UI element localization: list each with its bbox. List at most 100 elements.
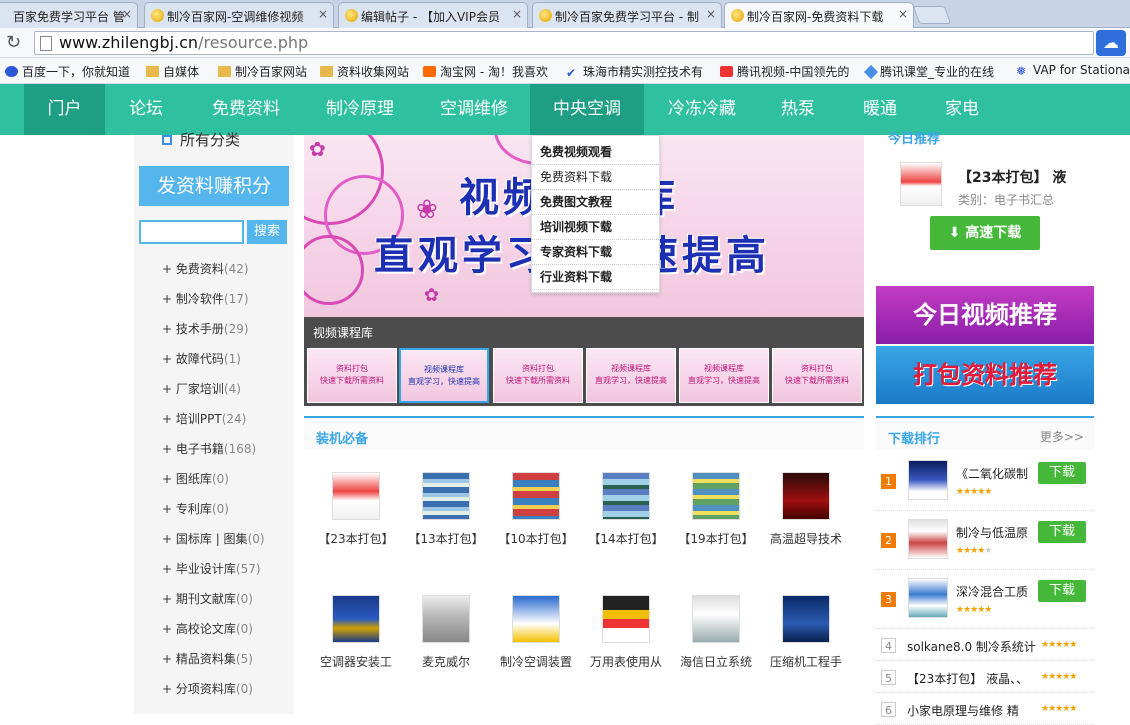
bookmark-item[interactable]: 自媒体 [146, 63, 199, 80]
category-item[interactable]: + 期刊文献库(0) [162, 587, 292, 617]
nav-item-home[interactable]: 门户 [24, 84, 105, 135]
resource-item[interactable]: 【10本打包】 [492, 472, 580, 547]
resource-item[interactable]: 海信日立系统 [672, 595, 760, 670]
browser-tab[interactable]: 制冷百家免费学习平台 - 制 × [532, 2, 722, 28]
bookmark-item[interactable]: 腾讯课堂_专业的在线 [863, 63, 994, 80]
dropdown-item[interactable]: 专家资料下载 [532, 240, 659, 265]
dropdown-item[interactable]: 免费视频观看 [532, 140, 659, 165]
resource-item[interactable]: 【23本打包】 [312, 472, 400, 547]
video-thumbnail[interactable]: 资料打包 快速下载所需资料 [772, 348, 862, 403]
resource-item[interactable]: 【13本打包】 [402, 472, 490, 547]
post-resource-button[interactable]: 发资料赚积分 [139, 166, 289, 206]
fast-download-button[interactable]: ⬇ 高速下载 [930, 216, 1040, 250]
category-item[interactable]: + 毕业设计库(57) [162, 557, 292, 587]
pack-recommend-banner[interactable]: 打包资料推荐 [876, 346, 1094, 404]
search-input[interactable] [139, 220, 244, 244]
download-button[interactable]: 下载 [1038, 462, 1086, 484]
nav-item-appliances[interactable]: 家电 [934, 84, 990, 135]
video-recommend-banner[interactable]: 今日视频推荐 [876, 286, 1094, 344]
category-item[interactable]: + 精品资料集(5) [162, 647, 292, 677]
category-item[interactable]: + 电子书籍(168) [162, 437, 292, 467]
nav-item-refrigeration-principles[interactable]: 制冷原理 [310, 84, 410, 135]
category-item[interactable]: + 图纸库(0) [162, 467, 292, 497]
bookmark-item[interactable]: 腾讯视频-中国领先的 [720, 63, 849, 80]
dropdown-item[interactable]: 免费图文教程 [532, 190, 659, 215]
close-icon[interactable]: × [122, 7, 132, 21]
nav-item-forum[interactable]: 论坛 [116, 84, 176, 135]
ranking-more-link[interactable]: 更多>> [1040, 428, 1084, 445]
video-thumbnail[interactable]: 视频课程库 直观学习，快速提高 [679, 348, 769, 403]
browser-tab[interactable]: 编辑帖子 - 【加入VIP会员 × [338, 2, 528, 28]
nav-item-freezing[interactable]: 冷冻冷藏 [652, 84, 752, 135]
tab-title: 制冷百家网-免费资料下载 [747, 10, 884, 24]
ranking-row[interactable]: 6 小家电原理与维修 精 ★★★★★ [876, 693, 1094, 725]
browser-tab-active[interactable]: 制冷百家网-免费资料下载 × [724, 2, 914, 29]
rating-stars: ★★★★★ [1041, 672, 1077, 682]
close-icon[interactable]: × [318, 7, 328, 21]
browser-tab[interactable]: 制冷百家网-空调维修视频 × [144, 2, 334, 28]
today-recommend-name[interactable]: 【23本打包】 液 [958, 167, 1066, 187]
nav-item-free-resources[interactable]: 免费资料 [196, 84, 296, 135]
ranking-name: 深冷混合工质 [956, 585, 1029, 599]
resource-item[interactable]: 空调器安装工 [312, 595, 400, 670]
cloud-extension-icon[interactable]: ☁ [1096, 30, 1126, 56]
ranking-row[interactable]: 2 制冷与低温原 ★★★★★ 下载 [876, 511, 1094, 570]
video-thumbnail-selected[interactable]: 视频课程库 直观学习，快速提高 [399, 348, 489, 403]
all-categories[interactable]: 所有分类 [162, 129, 240, 150]
resource-item[interactable]: 压缩机工程手 [762, 595, 850, 670]
resource-item[interactable]: 【14本打包】 [582, 472, 670, 547]
dropdown-item[interactable]: 免费资料下载 [532, 165, 659, 190]
nav-item-heat-pump[interactable]: 热泵 [770, 84, 826, 135]
resource-item[interactable]: 制冷空调装置 [492, 595, 580, 670]
category-count: (168) [223, 442, 257, 456]
bookmark-item[interactable]: 制冷百家网站 [218, 63, 307, 80]
bookmark-item[interactable]: ✔ 珠海市精实测控技术有 [566, 63, 703, 80]
bookmark-item[interactable]: 资料收集网站 [320, 63, 409, 80]
new-tab-button[interactable] [912, 6, 952, 24]
bookmark-item[interactable]: 淘宝网 - 淘！我喜欢 [423, 63, 548, 80]
category-item[interactable]: + 厂家培训(4) [162, 377, 292, 407]
category-item[interactable]: + 免费资料(42) [162, 257, 292, 287]
category-item[interactable]: + 高校论文库(0) [162, 617, 292, 647]
category-count: (5) [235, 652, 253, 666]
category-item[interactable]: + 故障代码(1) [162, 347, 292, 377]
category-name: 图纸库 [175, 472, 212, 486]
category-item[interactable]: + 培训PPT(24) [162, 407, 292, 437]
category-item[interactable]: + 国标库 | 图集(0) [162, 527, 292, 557]
bookmark-item[interactable]: 百度一下，你就知道 [5, 63, 130, 80]
nav-item-central-ac[interactable]: 中央空调 [530, 84, 644, 135]
ranking-row[interactable]: 3 深冷混合工质 ★★★★★ 下载 [876, 570, 1094, 629]
ranking-row[interactable]: 1 《二氧化碳制 ★★★★★ 下载 [876, 452, 1094, 511]
browser-tab[interactable]: 百家免费学习平台 管 × [0, 2, 138, 28]
ranking-row[interactable]: 5 【23本打包】 液晶、、 ★★★★★ [876, 661, 1094, 693]
search-button[interactable]: 搜索 [247, 220, 287, 244]
download-button[interactable]: 下载 [1038, 580, 1086, 602]
category-item[interactable]: + 制冷软件(17) [162, 287, 292, 317]
resource-item[interactable]: 【19本打包】 [672, 472, 760, 547]
nav-item-ac-repair[interactable]: 空调维修 [424, 84, 524, 135]
download-button[interactable]: 下载 [1038, 521, 1086, 543]
resource-item[interactable]: 麦克威尔 [402, 595, 490, 670]
category-item[interactable]: + 技术手册(29) [162, 317, 292, 347]
bookmark-item[interactable]: ❅ VAP for Stationa [1016, 63, 1130, 78]
address-bar[interactable]: www.zhilengbj.cn/resource.php [34, 31, 1094, 55]
today-recommend-category: 类别：电子书汇总 [958, 193, 1055, 207]
ranking-row[interactable]: 4 solkane8.0 制冷系统计 ★★★★★ [876, 629, 1094, 661]
category-item[interactable]: + 分项资料库(0) [162, 677, 292, 707]
folder-icon [320, 66, 333, 77]
close-icon[interactable]: × [706, 7, 716, 21]
category-item[interactable]: + 专利库(0) [162, 497, 292, 527]
resource-item[interactable]: 高温超导技术 [762, 472, 850, 547]
dropdown-item[interactable]: 培训视频下载 [532, 215, 659, 240]
close-icon[interactable]: × [898, 7, 908, 21]
book-cover-image[interactable] [900, 162, 942, 206]
dropdown-item[interactable]: 行业资料下载 [532, 265, 659, 290]
close-icon[interactable]: × [512, 7, 522, 21]
reload-icon[interactable]: ↻ [6, 32, 21, 53]
video-thumbnail[interactable]: 视频课程库 直观学习，快速提高 [586, 348, 676, 403]
video-thumbnail[interactable]: 资料打包 快速下载所需资料 [493, 348, 583, 403]
video-thumbnail[interactable]: 资料打包 快速下载所需资料 [307, 348, 397, 403]
resource-title: 万用表使用从 [589, 655, 662, 669]
thumb-line: 视频课程库 [611, 364, 651, 373]
resource-item[interactable]: 万用表使用从 [582, 595, 670, 670]
